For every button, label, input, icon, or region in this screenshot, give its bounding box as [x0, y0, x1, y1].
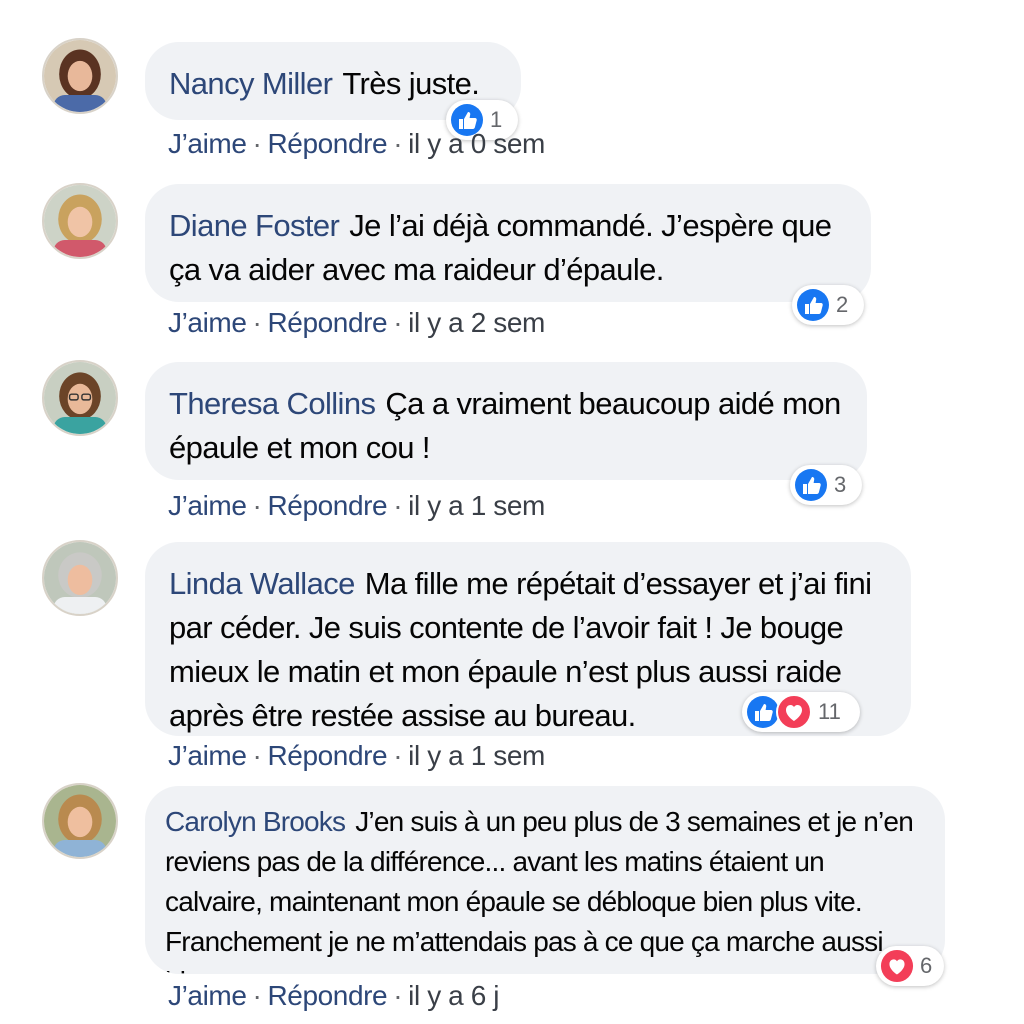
reaction-count: 3	[834, 472, 847, 497]
timestamp[interactable]: il y a 1 sem	[408, 740, 545, 771]
comment-author[interactable]: Carolyn Brooks	[165, 806, 346, 837]
reply-button[interactable]: Répondre	[267, 307, 387, 338]
like-button[interactable]: J’aime	[168, 128, 247, 159]
comment-actions: J’aime · Répondre · il y a 1 sem	[168, 490, 545, 522]
like-button[interactable]: J’aime	[168, 307, 247, 338]
separator: ·	[252, 490, 262, 521]
comment-author[interactable]: Theresa Collins	[169, 386, 376, 421]
timestamp[interactable]: il y a 2 sem	[408, 307, 545, 338]
heart-icon	[776, 694, 812, 730]
thumbs-up-icon	[796, 288, 830, 322]
separator: ·	[393, 128, 403, 159]
like-button[interactable]: J’aime	[168, 980, 247, 1011]
separator: ·	[252, 740, 262, 771]
comment-bubble: Theresa Collins Ça a vraiment beaucoup ai…	[145, 362, 867, 480]
like-button[interactable]: J’aime	[168, 740, 247, 771]
timestamp[interactable]: il y a 6 j	[408, 980, 499, 1011]
comment-actions: J’aime · Répondre · il y a 1 sem	[168, 740, 545, 772]
comment-author[interactable]: Diane Foster	[169, 208, 340, 243]
separator: ·	[252, 307, 262, 338]
reply-button[interactable]: Répondre	[267, 490, 387, 521]
separator: ·	[393, 980, 403, 1011]
separator: ·	[252, 128, 262, 159]
separator: ·	[393, 307, 403, 338]
thumbs-up-icon	[794, 468, 828, 502]
reply-button[interactable]: Répondre	[267, 980, 387, 1011]
like-button[interactable]: J’aime	[168, 490, 247, 521]
comment-actions: J’aime · Répondre · il y a 2 sem	[168, 307, 545, 339]
heart-icon	[880, 949, 914, 983]
reaction-count: 11	[818, 699, 841, 724]
comment-author[interactable]: Linda Wallace	[169, 566, 355, 601]
reaction-summary[interactable]: 2	[792, 285, 864, 325]
timestamp[interactable]: il y a 1 sem	[408, 490, 545, 521]
comment-feed: Nancy Miller Très juste. 1 J’aime · Répondr…	[0, 0, 1024, 1024]
reaction-summary[interactable]: 6	[876, 946, 944, 986]
reaction-count: 6	[920, 953, 933, 978]
avatar[interactable]	[42, 38, 118, 114]
comment-text: Très juste.	[342, 66, 480, 101]
reaction-summary[interactable]: 11	[742, 692, 860, 732]
timestamp[interactable]: il y a 0 sem	[408, 128, 545, 159]
separator: ·	[252, 980, 262, 1011]
comment-author[interactable]: Nancy Miller	[169, 66, 333, 101]
avatar[interactable]	[42, 183, 118, 259]
separator: ·	[393, 490, 403, 521]
comment-bubble: Diane Foster Je l’ai déjà commandé. J’esp…	[145, 184, 871, 302]
comment-actions: J’aime · Répondre · il y a 0 sem	[168, 128, 545, 160]
reply-button[interactable]: Répondre	[267, 740, 387, 771]
thumbs-up-icon	[746, 695, 780, 729]
comment-actions: J’aime · Répondre · il y a 6 j	[168, 980, 500, 1012]
reply-button[interactable]: Répondre	[267, 128, 387, 159]
comment-bubble: Carolyn Brooks J’en suis à un peu plus de…	[145, 786, 945, 974]
reaction-summary[interactable]: 3	[790, 465, 862, 505]
avatar[interactable]	[42, 360, 118, 436]
avatar[interactable]	[42, 540, 118, 616]
separator: ·	[393, 740, 403, 771]
avatar[interactable]	[42, 783, 118, 859]
reaction-count: 2	[836, 292, 849, 317]
